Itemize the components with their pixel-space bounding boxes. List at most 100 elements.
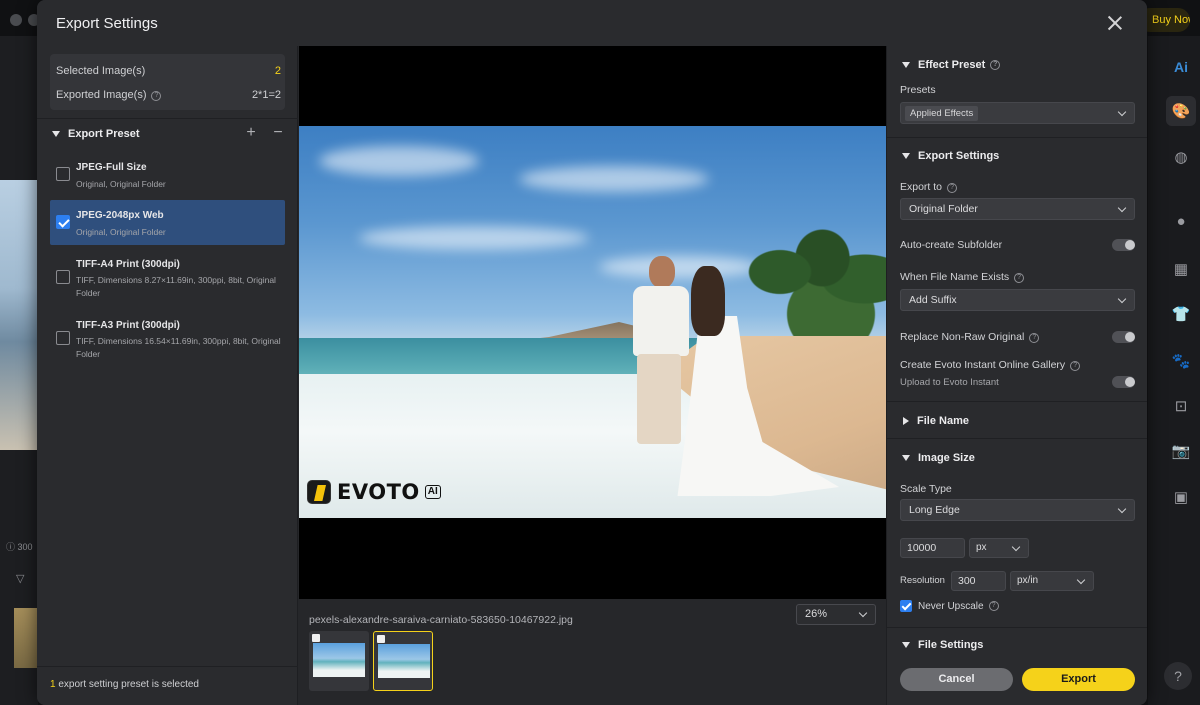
selected-images-row: Selected Image(s) 2	[56, 61, 281, 81]
thumbnail-1[interactable]	[309, 631, 369, 691]
window-close-dot[interactable]	[10, 14, 22, 26]
preset-checkbox[interactable]	[56, 270, 70, 284]
thumbnail-2[interactable]	[373, 631, 433, 691]
info-icon[interactable]: ?	[1014, 273, 1025, 283]
never-upscale-row[interactable]: Never Upscale ?	[900, 600, 999, 612]
export-preset-heading-label: Export Preset	[68, 128, 140, 140]
evoto-logo-icon	[307, 480, 331, 504]
chevron-down-icon	[1011, 542, 1021, 552]
zoom-select[interactable]: 26%	[796, 604, 876, 625]
export-button[interactable]: Export	[1022, 668, 1135, 691]
file-settings-heading-label: File Settings	[918, 639, 984, 651]
preset-checkbox[interactable]	[56, 331, 70, 345]
auto-subfolder-toggle[interactable]	[1112, 239, 1135, 251]
file-name-heading[interactable]: File Name	[902, 415, 969, 427]
texture-icon[interactable]: ◍	[1170, 146, 1192, 168]
never-upscale-checkbox[interactable]	[900, 600, 912, 612]
photo-cloud	[359, 226, 589, 250]
export-to-select[interactable]: Original Folder	[900, 198, 1135, 220]
export-preset-panel: Selected Image(s) 2 Exported Image(s)? 2…	[37, 46, 298, 705]
dialog-title: Export Settings	[56, 15, 158, 32]
info-icon[interactable]: ?	[988, 601, 999, 611]
zoom-value: 26%	[805, 608, 828, 620]
info-icon[interactable]: ?	[1029, 333, 1040, 343]
dialog-header: Export Settings	[37, 0, 1147, 46]
evoto-watermark: EVOTO AI	[307, 480, 441, 504]
info-icon[interactable]: ?	[151, 91, 162, 101]
divider	[37, 666, 298, 667]
help-icon[interactable]: ?	[1164, 662, 1192, 690]
head-icon[interactable]: ●	[1170, 210, 1192, 232]
ai-icon[interactable]: Ai	[1170, 56, 1192, 78]
file-exists-select[interactable]: Add Suffix	[900, 289, 1135, 311]
presets-select[interactable]: Applied Effects	[900, 102, 1135, 124]
filmstrip: pexels-alexandre-saraiva-carniato-583650…	[299, 599, 886, 705]
collapse-arrow-icon	[902, 642, 910, 648]
gallery-toggle[interactable]	[1112, 376, 1135, 388]
file-settings-heading[interactable]: File Settings	[902, 639, 983, 651]
preset-item-jpeg-full-size[interactable]: JPEG-Full Size Original, Original Folder	[50, 154, 285, 194]
close-icon[interactable]	[1104, 12, 1126, 34]
preset-name: TIFF-A4 Print (300dpi)	[76, 259, 180, 270]
settings-panel: Effect Preset ? Presets Applied Effects …	[886, 46, 1147, 705]
preset-description: TIFF, Dimensions 8.27×11.69in, 300ppi, 8…	[76, 275, 276, 298]
selected-images-label: Selected Image(s)	[56, 65, 146, 77]
file-exists-label: When File Name Exists?	[900, 271, 1025, 283]
applied-effects-chip: Applied Effects	[905, 106, 979, 121]
size-unit-select[interactable]: px	[969, 538, 1029, 558]
replace-nonraw-label: Replace Non-Raw Original?	[900, 331, 1040, 343]
export-to-value: Original Folder	[909, 203, 978, 215]
divider	[887, 438, 1147, 439]
background-info-text: ⓘ 300	[6, 542, 33, 552]
camera-icon[interactable]: 📷	[1170, 440, 1192, 462]
crop-icon[interactable]: ⊡	[1170, 395, 1192, 417]
image-size-heading[interactable]: Image Size	[902, 452, 975, 464]
filter-icon[interactable]: ▽	[16, 572, 24, 585]
resolution-unit-value: px/in	[1017, 575, 1039, 586]
photo-cloud	[319, 146, 479, 176]
add-preset-button[interactable]: +	[244, 125, 258, 141]
chevron-down-icon	[1117, 107, 1127, 117]
preset-item-tiff-a3[interactable]: TIFF-A3 Print (300dpi) TIFF, Dimensions …	[50, 313, 285, 367]
effect-preset-heading[interactable]: Effect Preset ?	[902, 59, 1001, 71]
image-size-heading-label: Image Size	[918, 452, 975, 464]
preset-checkbox[interactable]	[56, 167, 70, 181]
info-icon[interactable]: ?	[1070, 361, 1081, 371]
background-grid-icon[interactable]: ▦	[1170, 258, 1192, 280]
info-icon[interactable]: ?	[947, 183, 958, 193]
export-settings-heading[interactable]: Export Settings	[902, 150, 999, 162]
export-preset-heading[interactable]: Export Preset	[52, 128, 140, 140]
preset-name: TIFF-A3 Print (300dpi)	[76, 320, 180, 331]
exported-images-label: Exported Image(s)	[56, 89, 147, 101]
folder-icon[interactable]: ▣	[1170, 486, 1192, 508]
evoto-wordmark: EVOTO	[337, 480, 420, 504]
gallery-sub-label: Upload to Evoto Instant	[900, 377, 999, 388]
divider	[887, 137, 1147, 138]
cancel-button[interactable]: Cancel	[900, 668, 1013, 691]
chevron-down-icon	[1117, 203, 1127, 213]
preset-item-jpeg-2048px-web[interactable]: JPEG-2048px Web Original, Original Folde…	[50, 200, 285, 245]
photo-bride	[669, 266, 839, 496]
replace-nonraw-toggle[interactable]	[1112, 331, 1135, 343]
remove-preset-button[interactable]: −	[271, 125, 285, 141]
scale-type-select[interactable]: Long Edge	[900, 499, 1135, 521]
chevron-down-icon	[1117, 504, 1127, 514]
preview-image[interactable]: EVOTO AI	[299, 126, 886, 518]
info-icon[interactable]: ?	[990, 60, 1001, 70]
selected-preset-text: export setting preset is selected	[55, 679, 199, 690]
paw-icon[interactable]: 🐾	[1170, 350, 1192, 372]
export-to-label: Export to?	[900, 181, 958, 193]
palette-icon[interactable]: 🎨	[1166, 96, 1196, 126]
preset-checkbox[interactable]	[56, 215, 70, 229]
preset-item-tiff-a4[interactable]: TIFF-A4 Print (300dpi) TIFF, Dimensions …	[50, 252, 285, 306]
size-input[interactable]: 10000	[900, 538, 965, 558]
resolution-unit-select[interactable]: px/in	[1010, 571, 1094, 591]
divider	[887, 401, 1147, 402]
background-thumbnail[interactable]	[14, 608, 38, 668]
image-count-box: Selected Image(s) 2 Exported Image(s)? 2…	[50, 54, 285, 110]
expand-arrow-icon	[903, 417, 909, 425]
preset-name: JPEG-Full Size	[76, 162, 147, 173]
shirt-icon[interactable]: 👕	[1170, 303, 1192, 325]
resolution-input[interactable]: 300	[951, 571, 1006, 591]
preset-description: Original, Original Folder	[76, 179, 166, 189]
